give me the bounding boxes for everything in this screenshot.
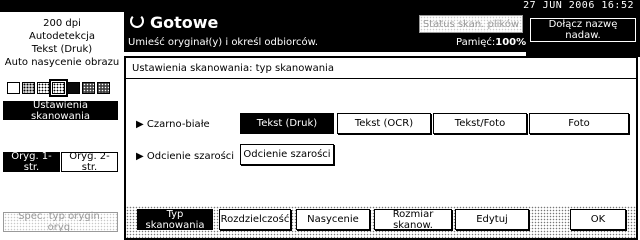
tab-resolution[interactable]: Rozdzielczość <box>219 209 291 230</box>
density-level-3-icon <box>37 82 50 94</box>
density-level-7-icon <box>97 82 110 94</box>
original-1-side-button[interactable]: Oryg. 1-str. <box>3 151 60 173</box>
text-print-button[interactable]: Tekst (Druk) <box>240 113 334 134</box>
density-level-2-icon <box>22 82 35 94</box>
scan-type-info: Tekst (Druk) <box>31 44 93 55</box>
bw-row-label: ▶ Czarno-białe <box>136 119 210 131</box>
density-info: Auto nasycenie obrazu <box>4 57 120 68</box>
page-title: Gotowe <box>150 13 219 32</box>
memory-label: Pamięć: <box>456 37 496 48</box>
density-level-5-icon <box>67 82 80 94</box>
time-text: 16:52 <box>601 0 634 11</box>
arrow-right-icon: ▶ <box>136 119 144 130</box>
grayscale-button[interactable]: Odcienie szarości <box>240 144 334 165</box>
density-level-1-icon <box>7 82 20 94</box>
size-info: Autodetekcja <box>29 31 95 42</box>
arrow-right-icon: ▶ <box>136 151 144 162</box>
dialog-divider <box>126 78 636 79</box>
grayscale-label: Odcienie szarości <box>146 151 235 162</box>
date-time: 27 JUN 2006 16:52 <box>523 0 634 12</box>
ready-status-icon <box>130 14 144 28</box>
tab-scan-size[interactable]: Rozmiar skanow. <box>374 209 452 231</box>
text-ocr-button[interactable]: Tekst (OCR) <box>337 113 431 134</box>
special-original-button[interactable]: Spec. typ orygin. oryg. <box>3 211 118 233</box>
text-photo-button[interactable]: Tekst/Foto <box>433 113 527 134</box>
bw-label: Czarno-białe <box>146 119 210 130</box>
ok-button[interactable]: OK <box>570 209 626 230</box>
scan-status-button[interactable]: Status skan. plików <box>419 15 523 33</box>
resolution-info: 200 dpi <box>43 18 81 29</box>
instruction-text: Umieść oryginał(y) i określ odbiorców. <box>128 37 319 48</box>
scan-settings-button[interactable]: Ustawienia skanowania <box>3 100 118 122</box>
grayscale-row-label: ▶ Odcienie szarości <box>136 151 234 163</box>
tab-edit[interactable]: Edytuj <box>455 209 529 230</box>
density-indicator <box>7 79 110 97</box>
density-level-6-icon <box>82 82 95 94</box>
photo-button[interactable]: Foto <box>529 113 629 134</box>
dialog-title: Ustawienia skanowania: typ skanowania <box>132 63 334 74</box>
tab-scan-type[interactable]: Typ skanowania <box>137 209 213 231</box>
memory-status: Pamięć:100% <box>456 37 526 49</box>
memory-value: 100% <box>495 37 527 48</box>
tab-density[interactable]: Nasycenie <box>296 209 370 230</box>
density-level-4-icon <box>49 79 68 97</box>
attach-sender-name-button[interactable]: Dołącz nazwę nadaw. <box>530 18 636 42</box>
original-2-side-button[interactable]: Oryg. 2-str. <box>61 151 118 173</box>
date-text: 27 JUN 2006 <box>523 0 595 11</box>
